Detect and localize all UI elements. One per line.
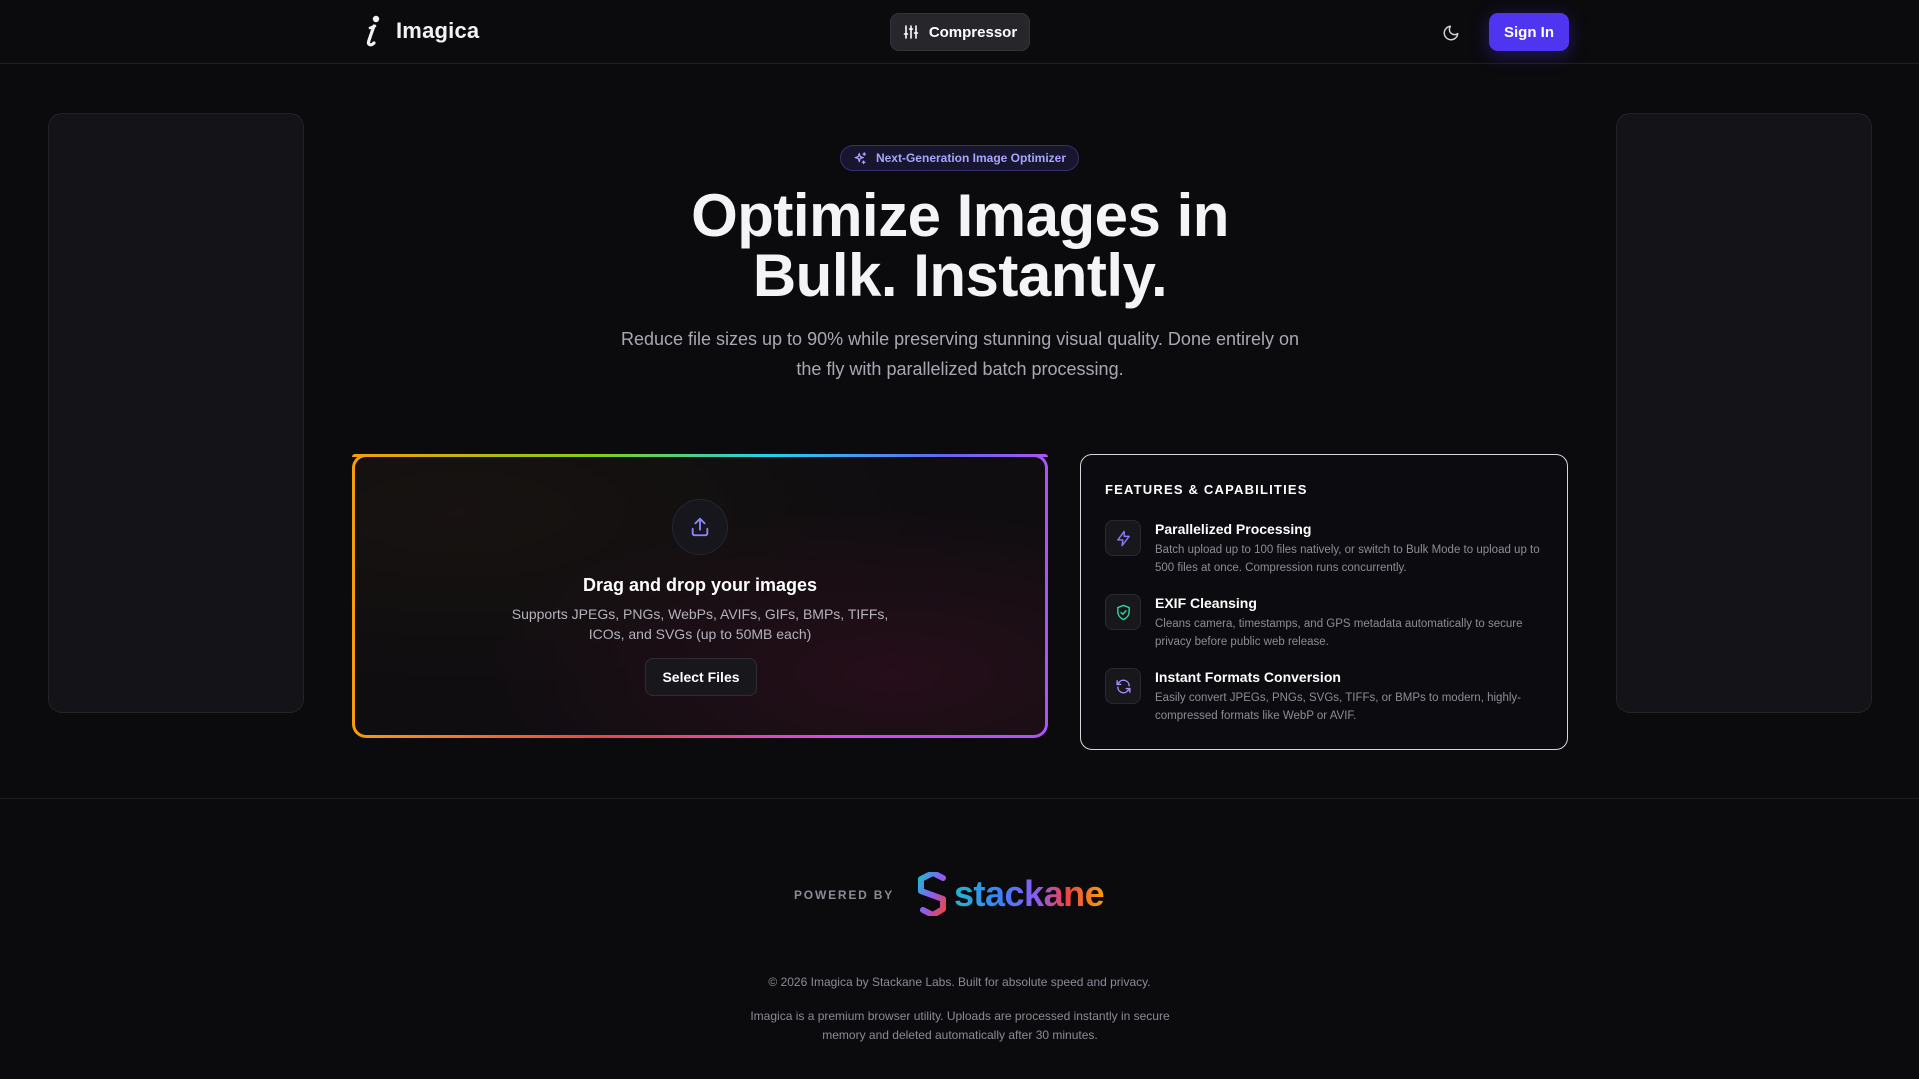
powered-by-label: POWERED BY	[794, 888, 895, 902]
feature-icon-wrapper	[1105, 668, 1141, 704]
feature-name: Instant Formats Conversion	[1155, 669, 1341, 685]
moon-icon	[1443, 25, 1459, 41]
upload-description: Supports JPEGs, PNGs, WebPs, AVIFs, GIFs…	[511, 606, 889, 642]
feature-description: Cleans camera, timestamps, and GPS metad…	[1155, 618, 1523, 648]
select-files-button[interactable]: Select Files	[645, 658, 757, 696]
feature-icon-wrapper	[1105, 594, 1141, 630]
upload-icon-wrapper	[672, 499, 728, 555]
feature-description: Batch upload up to 100 files natively, o…	[1155, 544, 1540, 574]
upload-dropzone-inner: Drag and drop your images Supports JPEGs…	[355, 457, 1045, 735]
sparkles-icon	[854, 151, 867, 164]
hero-title-line-1: Optimize Images in	[691, 182, 1229, 249]
right-side-panel	[1616, 113, 1872, 713]
hero-subtitle: Reduce file sizes up to 90% while preser…	[620, 329, 1300, 379]
refresh-icon	[1115, 679, 1131, 693]
nav-compressor-label: Compressor	[928, 23, 1018, 41]
left-side-panel	[48, 113, 304, 713]
hero-title-line-2: Bulk. Instantly.	[752, 242, 1168, 309]
nav-compressor-button[interactable]: Compressor	[890, 13, 1030, 51]
features-card: FEATURES & CAPABILITIES Parallelized Pro…	[1080, 454, 1568, 750]
top-navbar: Imagica Compressor Sign In	[0, 0, 1919, 64]
imagica-logo-icon	[366, 15, 380, 47]
hero-badge: Next-Generation Image Optimizer	[840, 145, 1079, 171]
feature-name: Parallelized Processing	[1155, 521, 1312, 537]
brand-link[interactable]: Imagica	[362, 14, 479, 48]
upload-icon	[691, 517, 709, 537]
upload-dropzone[interactable]: Drag and drop your images Supports JPEGs…	[352, 454, 1048, 738]
stackane-link[interactable]: stackane	[916, 872, 1105, 916]
stackane-wordmark: stackane	[954, 873, 1105, 914]
theme-toggle-button[interactable]	[1436, 20, 1466, 46]
feature-description: Easily convert JPEGs, PNGs, SVGs, TIFFs,…	[1155, 692, 1521, 722]
upload-title: Drag and drop your images	[582, 575, 818, 595]
sign-in-button[interactable]: Sign In	[1489, 13, 1569, 51]
sliders-icon	[903, 25, 919, 39]
feature-icon-wrapper	[1105, 520, 1141, 556]
feature-name: EXIF Cleansing	[1155, 595, 1257, 611]
hero-title: Optimize Images in Bulk. Instantly.	[560, 186, 1360, 306]
features-title: FEATURES & CAPABILITIES	[1105, 482, 1308, 497]
hero-badge-label: Next-Generation Image Optimizer	[875, 151, 1067, 165]
disclaimer-text: Imagica is a premium browser utility. Up…	[750, 1009, 1170, 1042]
brand-name: Imagica	[396, 18, 480, 43]
stackane-logo-icon	[918, 872, 946, 916]
bolt-icon	[1116, 530, 1130, 546]
footer-divider	[0, 798, 1919, 799]
copyright-text: © 2026 Imagica by Stackane Labs. Built f…	[768, 975, 1151, 989]
shield-check-icon	[1116, 604, 1130, 620]
